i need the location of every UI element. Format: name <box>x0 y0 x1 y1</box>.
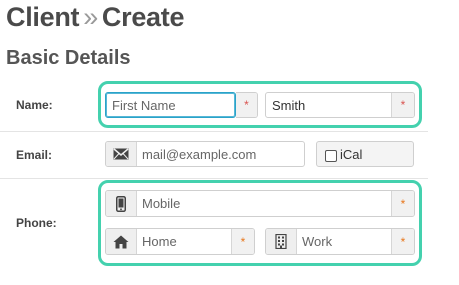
email-label: Email: <box>16 148 53 162</box>
ical-toggle[interactable]: iCal <box>316 141 414 167</box>
page-title-client: Client <box>6 2 80 32</box>
phone-highlight-box <box>98 180 422 266</box>
ical-checkbox[interactable] <box>325 150 337 162</box>
name-label: Name: <box>16 98 53 112</box>
phone-label: Phone: <box>16 216 57 230</box>
page-title: Client» Create <box>6 0 184 34</box>
page-title-create: Create <box>101 2 185 32</box>
row-divider <box>0 131 428 132</box>
name-highlight-box <box>98 81 422 128</box>
email-field[interactable]: mail@example.com <box>105 141 305 167</box>
ical-label: iCal <box>340 146 363 162</box>
section-title: Basic Details <box>6 47 131 69</box>
email-placeholder: mail@example.com <box>142 146 257 162</box>
breadcrumb-separator: » <box>83 2 98 32</box>
row-divider <box>0 178 428 179</box>
envelope-icon <box>106 142 137 166</box>
